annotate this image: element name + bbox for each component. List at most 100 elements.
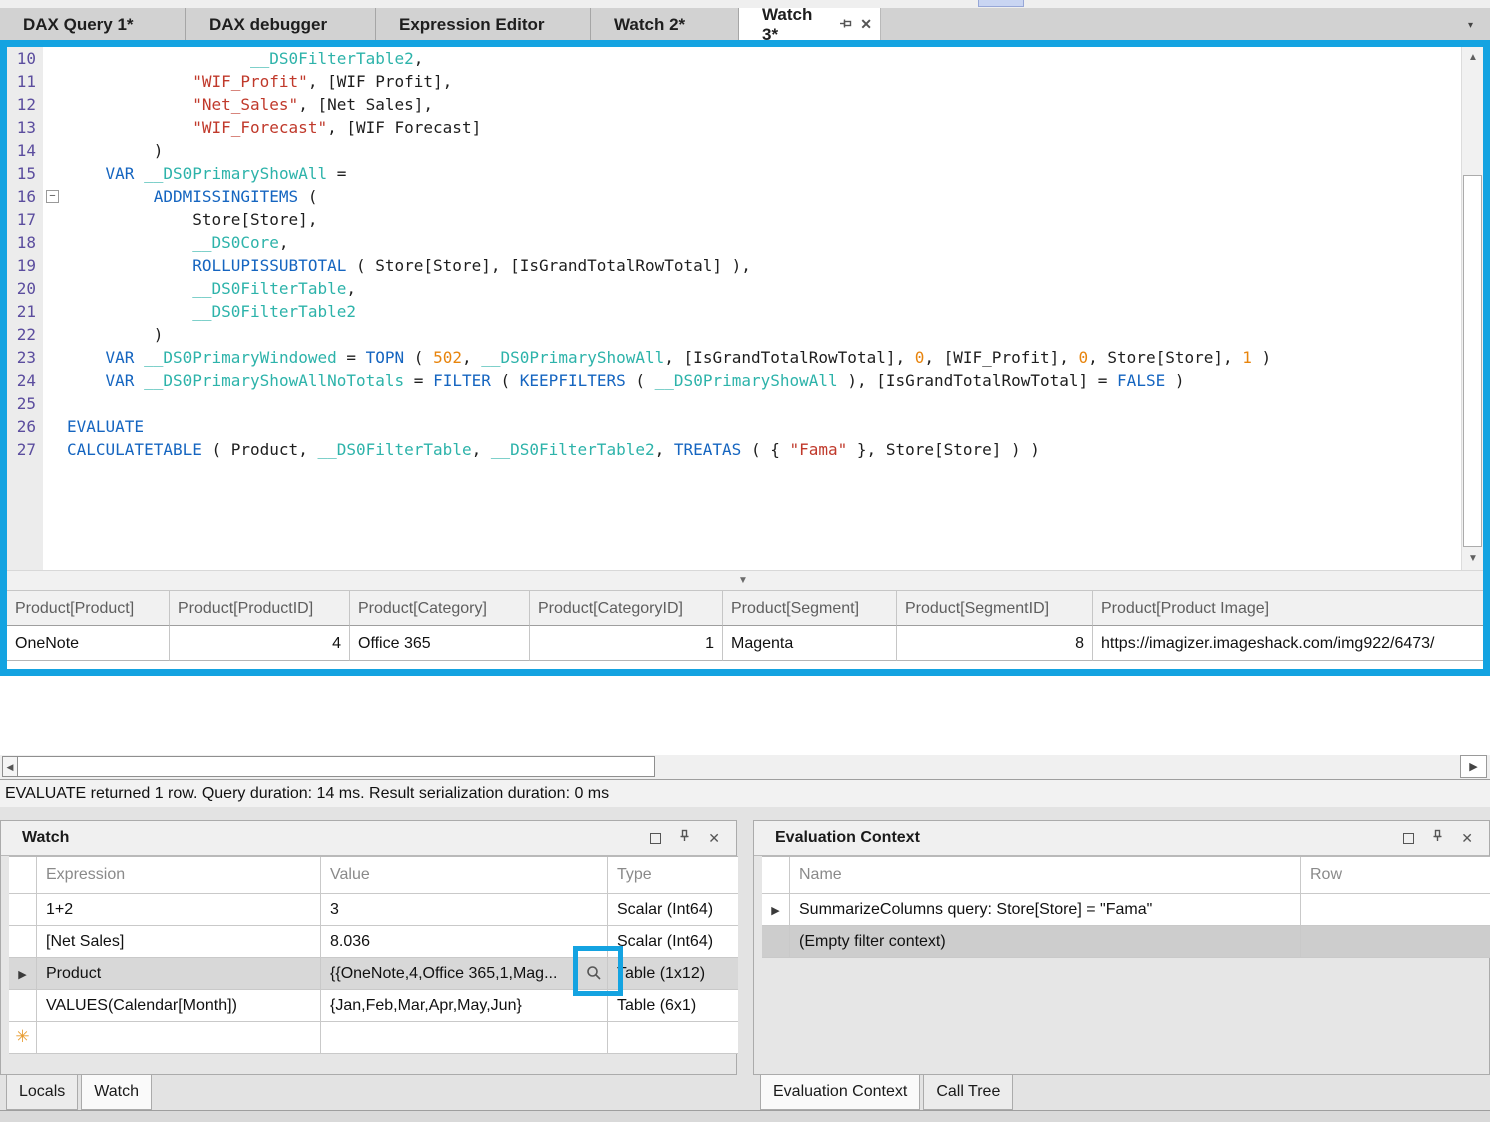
results-cell[interactable]: Office 365 <box>350 626 530 661</box>
watch-row[interactable]: ✳ <box>9 1022 738 1054</box>
fold-marker-icon[interactable]: − <box>46 190 59 203</box>
code-line[interactable]: 11"WIF_Profit", [WIF Profit], <box>7 70 1483 93</box>
watch-titlebar[interactable]: Watch ✕ <box>1 821 736 856</box>
watch-expression-cell[interactable]: 1+2 <box>37 894 321 926</box>
scroll-down-icon[interactable]: ▼ <box>1462 548 1483 570</box>
code-line[interactable]: 15VAR __DS0PrimaryShowAll = <box>7 162 1483 185</box>
results-horizontal-scrollbar[interactable]: ◀ ▶ <box>0 755 1490 779</box>
watch-expression-cell[interactable]: VALUES(Calendar[Month]) <box>37 990 321 1022</box>
evaluation-context-titlebar[interactable]: Evaluation Context ✕ <box>754 821 1489 856</box>
watch-row[interactable]: 1+23Scalar (Int64) <box>9 894 738 926</box>
watch-value-cell[interactable]: {Jan,Feb,Mar,Apr,May,Jun} <box>321 990 608 1022</box>
ec-column-header[interactable]: Row <box>1301 857 1490 894</box>
ec-row-cell[interactable] <box>1301 894 1490 926</box>
tab-list-dropdown-icon[interactable]: ▾ <box>1468 20 1482 32</box>
scroll-left-icon[interactable]: ◀ <box>2 756 18 777</box>
results-cell[interactable]: Magenta <box>723 626 897 661</box>
code-line[interactable]: 21__DS0FilterTable2 <box>7 300 1483 323</box>
results-cell[interactable]: 4 <box>170 626 350 661</box>
tab-watch[interactable]: Watch <box>81 1075 152 1110</box>
close-icon[interactable]: ✕ <box>860 16 872 33</box>
watch-row[interactable]: VALUES(Calendar[Month]){Jan,Feb,Mar,Apr,… <box>9 990 738 1022</box>
pin-icon[interactable] <box>1431 829 1444 847</box>
row-arrow-icon[interactable]: ▶ <box>771 905 779 917</box>
results-column-header[interactable]: Product[Category] <box>350 590 530 626</box>
code-line[interactable]: 14) <box>7 139 1483 162</box>
token-str: "WIF_Profit" <box>192 72 308 91</box>
close-icon[interactable]: ✕ <box>708 830 720 847</box>
tab-locals[interactable]: Locals <box>6 1075 78 1110</box>
results-column-header[interactable]: Product[SegmentID] <box>897 590 1093 626</box>
tab-expression-editor[interactable]: Expression Editor <box>376 8 591 41</box>
code-line[interactable]: 24VAR __DS0PrimaryShowAllNoTotals = FILT… <box>7 369 1483 392</box>
vertical-scrollbar-thumb[interactable] <box>1463 175 1482 547</box>
watch-value-cell[interactable]: {{OneNote,4,Office 365,1,Mag... <box>321 958 608 990</box>
editor-vertical-scrollbar[interactable]: ▲ ▼ <box>1461 47 1483 570</box>
watch-expression-cell[interactable]: [Net Sales] <box>37 926 321 958</box>
editor-results-splitter[interactable]: ▼ <box>7 570 1483 590</box>
ec-row-cell[interactable] <box>1301 926 1490 958</box>
code-line[interactable]: 27CALCULATETABLE ( Product, __DS0FilterT… <box>7 438 1483 461</box>
row-arrow-icon[interactable]: ▶ <box>18 969 26 981</box>
tab-dax-debugger[interactable]: DAX debugger <box>186 8 376 41</box>
code-line[interactable]: 18__DS0Core, <box>7 231 1483 254</box>
watch-row[interactable]: [Net Sales]8.036Scalar (Int64) <box>9 926 738 958</box>
magnifier-icon[interactable] <box>584 963 604 983</box>
horizontal-scrollbar-thumb[interactable] <box>17 756 655 777</box>
maximize-icon[interactable] <box>1403 833 1414 844</box>
maximize-icon[interactable] <box>650 833 661 844</box>
results-cell[interactable]: 8 <box>897 626 1093 661</box>
results-column-header[interactable]: Product[Product] <box>7 590 170 626</box>
scroll-up-icon[interactable]: ▲ <box>1462 47 1483 69</box>
code-line[interactable]: 13"WIF_Forecast", [WIF Forecast] <box>7 116 1483 139</box>
watch-expression-cell[interactable]: Product <box>37 958 321 990</box>
code-line[interactable]: 16ADDMISSINGITEMS (− <box>7 185 1483 208</box>
ec-column-header[interactable]: Name <box>790 857 1301 894</box>
watch-column-header[interactable]: Value <box>321 857 608 894</box>
watch-value-cell[interactable]: 8.036 <box>321 926 608 958</box>
results-cell[interactable]: 1 <box>530 626 723 661</box>
watch-column-header[interactable]: Expression <box>37 857 321 894</box>
results-cell[interactable]: OneNote <box>7 626 170 661</box>
pin-icon[interactable] <box>678 829 691 847</box>
ec-row[interactable]: ▶ SummarizeColumns query: Store[Store] = … <box>762 894 1490 926</box>
code-line[interactable]: 25 <box>7 392 1483 415</box>
splitter-collapse-arrow-icon[interactable]: ▼ <box>738 575 748 586</box>
watch-type-cell[interactable]: Table (6x1) <box>608 990 738 1022</box>
watch-column-header[interactable]: Type <box>608 857 738 894</box>
scroll-right-icon[interactable]: ▶ <box>1460 755 1487 778</box>
watch-expression-cell[interactable] <box>37 1022 321 1054</box>
watch-row[interactable]: ▶ Product{{OneNote,4,Office 365,1,Mag...T… <box>9 958 738 990</box>
pin-icon[interactable] <box>839 15 852 35</box>
tab-watch-3-[interactable]: Watch 3*✕ <box>739 8 881 41</box>
watch-type-cell[interactable]: Table (1x12) <box>608 958 738 990</box>
ec-name-cell[interactable]: SummarizeColumns query: Store[Store] = "… <box>790 894 1301 926</box>
code-line[interactable]: 10__DS0FilterTable2, <box>7 47 1483 70</box>
tab-watch-2-[interactable]: Watch 2* <box>591 8 739 41</box>
watch-type-cell[interactable] <box>608 1022 738 1054</box>
code-line[interactable]: 19ROLLUPISSUBTOTAL ( Store[Store], [IsGr… <box>7 254 1483 277</box>
token-pl: , <box>472 440 491 459</box>
results-column-header[interactable]: Product[ProductID] <box>170 590 350 626</box>
watch-value-cell[interactable] <box>321 1022 608 1054</box>
code-line[interactable]: 22) <box>7 323 1483 346</box>
ec-row[interactable]: (Empty filter context) <box>762 926 1490 958</box>
tab-dax-query-1-[interactable]: DAX Query 1* <box>0 8 186 41</box>
watch-value-cell[interactable]: 3 <box>321 894 608 926</box>
tab-evaluation-context[interactable]: Evaluation Context <box>760 1075 920 1110</box>
results-column-header[interactable]: Product[Product Image] <box>1093 590 1483 626</box>
tab-call-tree[interactable]: Call Tree <box>923 1075 1013 1110</box>
dax-code-editor[interactable]: 10__DS0FilterTable2,11"WIF_Profit", [WIF… <box>7 47 1483 570</box>
code-line[interactable]: 23VAR __DS0PrimaryWindowed = TOPN ( 502,… <box>7 346 1483 369</box>
watch-type-cell[interactable]: Scalar (Int64) <box>608 926 738 958</box>
results-cell[interactable]: https://imagizer.imageshack.com/img922/6… <box>1093 626 1483 661</box>
code-line[interactable]: 26EVALUATE <box>7 415 1483 438</box>
close-icon[interactable]: ✕ <box>1461 830 1473 847</box>
results-column-header[interactable]: Product[Segment] <box>723 590 897 626</box>
code-line[interactable]: 17Store[Store], <box>7 208 1483 231</box>
ec-name-cell[interactable]: (Empty filter context) <box>790 926 1301 958</box>
code-line[interactable]: 20__DS0FilterTable, <box>7 277 1483 300</box>
code-line[interactable]: 12"Net_Sales", [Net Sales], <box>7 93 1483 116</box>
results-column-header[interactable]: Product[CategoryID] <box>530 590 723 626</box>
watch-type-cell[interactable]: Scalar (Int64) <box>608 894 738 926</box>
